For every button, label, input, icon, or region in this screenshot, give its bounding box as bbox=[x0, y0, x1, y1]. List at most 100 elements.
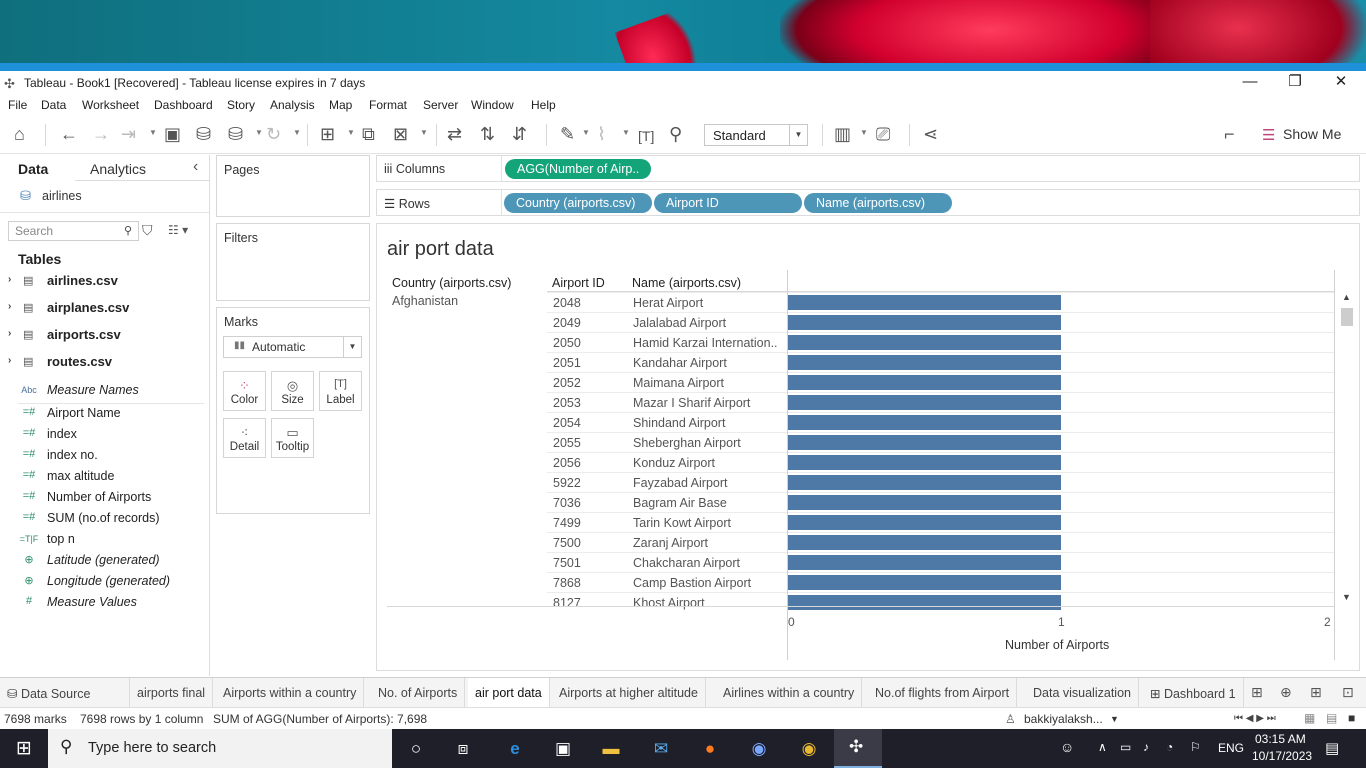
chrome-alt-icon[interactable]: ◉ bbox=[746, 736, 772, 762]
share-icon[interactable]: ⋖ bbox=[923, 124, 938, 144]
header-name[interactable]: Name (airports.csv) bbox=[632, 276, 741, 290]
table-item-airplanes[interactable]: › ▤ airplanes.csv bbox=[0, 298, 210, 320]
field-sum-no-of-records[interactable]: =# SUM (no.of records) bbox=[0, 509, 210, 529]
menu-window[interactable]: Window bbox=[471, 98, 514, 112]
bar-mark[interactable] bbox=[788, 295, 1061, 310]
show-me-button[interactable]: Show Me bbox=[1283, 126, 1341, 142]
sort-descending-icon[interactable]: ⇵ bbox=[512, 124, 527, 144]
table-item-airports[interactable]: › ▤ airports.csv bbox=[0, 325, 210, 347]
header-airport-id[interactable]: Airport ID bbox=[552, 276, 605, 290]
bar-mark[interactable] bbox=[788, 335, 1061, 350]
bar-mark[interactable] bbox=[788, 475, 1061, 490]
tab-data[interactable]: Data bbox=[18, 161, 48, 177]
filter-icon[interactable]: ⛉ bbox=[142, 222, 153, 239]
sheet-sorter-icon[interactable]: ▦ bbox=[1304, 711, 1315, 725]
refresh-icon[interactable]: ↻ bbox=[266, 124, 281, 144]
chevron-down-icon[interactable]: ▼ bbox=[343, 337, 361, 357]
detail-button[interactable]: ⁖ Detail bbox=[223, 418, 266, 458]
close-button[interactable]: ✕ bbox=[1318, 71, 1364, 95]
tab-flights-from-airport[interactable]: No.of flights from Airport bbox=[868, 678, 1018, 708]
bar-mark[interactable] bbox=[788, 495, 1061, 510]
field-latitude[interactable]: ⊕ Latitude (generated) bbox=[0, 551, 210, 571]
scroll-down-icon[interactable]: ▼ bbox=[1342, 592, 1351, 602]
field-longitude[interactable]: ⊕ Longitude (generated) bbox=[0, 572, 210, 592]
windows-start-icon[interactable]: ⊞ bbox=[11, 736, 37, 762]
firefox-icon[interactable]: ● bbox=[697, 736, 723, 762]
bar-mark[interactable] bbox=[788, 455, 1061, 470]
chevron-down-icon[interactable]: ▼ bbox=[255, 128, 263, 137]
field-max-altitude[interactable]: =# max altitude bbox=[0, 467, 210, 487]
chevron-down-icon[interactable]: ▼ bbox=[420, 128, 428, 137]
chevron-down-icon[interactable]: ▼ bbox=[293, 128, 301, 137]
table-item-routes[interactable]: › ▤ routes.csv bbox=[0, 352, 210, 374]
user-name[interactable]: bakkiyalaksh... bbox=[1024, 712, 1103, 726]
new-datasource-icon[interactable]: ⛁ bbox=[196, 124, 211, 144]
new-story-tab-icon[interactable]: ⊞ bbox=[1310, 684, 1322, 701]
filmstrip-icon[interactable]: ▤ bbox=[1326, 711, 1337, 725]
columns-shelf[interactable]: iii Columns AGG(Number of Airp.. bbox=[376, 155, 1360, 182]
minimize-button[interactable]: — bbox=[1227, 71, 1273, 95]
menu-file[interactable]: File bbox=[8, 98, 27, 112]
menu-worksheet[interactable]: Worksheet bbox=[82, 98, 139, 112]
chrome-icon[interactable]: ◉ bbox=[796, 736, 822, 762]
field-top-n[interactable]: =T|F top n bbox=[0, 530, 210, 550]
volume-icon[interactable]: ♪ bbox=[1143, 740, 1149, 754]
tab-air-port-data[interactable]: air port data bbox=[468, 678, 550, 708]
tab-data-visualization[interactable]: Data visualization bbox=[1026, 678, 1139, 708]
task-view-icon[interactable]: ⧈ bbox=[450, 736, 476, 762]
rows-shelf[interactable]: ☰ Rows Country (airports.csv) Airport ID… bbox=[376, 189, 1360, 216]
bar-mark[interactable] bbox=[788, 515, 1061, 530]
filters-card[interactable]: Filters bbox=[216, 223, 370, 301]
cortana-icon[interactable]: ○ bbox=[403, 736, 429, 762]
tray-chevron-up-icon[interactable]: ∧ bbox=[1098, 740, 1107, 754]
language-indicator[interactable]: ENG bbox=[1218, 741, 1244, 755]
tab-analytics[interactable]: Analytics bbox=[90, 161, 146, 177]
menu-server[interactable]: Server bbox=[423, 98, 458, 112]
tableau-taskbar-button[interactable]: ✣ bbox=[834, 729, 882, 768]
file-explorer-icon[interactable]: ▬ bbox=[598, 736, 624, 762]
show-me-icon[interactable]: ☰ bbox=[1262, 126, 1275, 144]
people-icon[interactable]: ☺ bbox=[1060, 739, 1074, 755]
tabs-view-icon[interactable]: ■ bbox=[1348, 711, 1355, 725]
chevron-right-icon[interactable]: › bbox=[8, 274, 11, 285]
clock-date[interactable]: 10/17/2023 bbox=[1252, 749, 1312, 763]
vertical-scrollbar[interactable]: ▲ ▼ bbox=[1339, 292, 1355, 608]
menu-analysis[interactable]: Analysis bbox=[270, 98, 315, 112]
pill-agg-number-of-airports[interactable]: AGG(Number of Airp.. bbox=[505, 159, 652, 179]
scroll-up-icon[interactable]: ▲ bbox=[1342, 292, 1351, 302]
format-painter-icon[interactable]: ⌐ bbox=[1224, 124, 1235, 144]
sheet-nav-icons[interactable]: ⏮ ◀ ▶ ⏭ bbox=[1234, 713, 1276, 724]
collapse-pane-icon[interactable]: ‹ bbox=[193, 158, 198, 176]
swap-rows-columns-icon[interactable]: ⇄ bbox=[447, 124, 462, 144]
search-input[interactable]: Search ⚲ bbox=[8, 221, 139, 241]
undo-icon[interactable]: ← bbox=[60, 124, 78, 144]
home-icon[interactable]: ⌂ bbox=[14, 124, 25, 144]
replay-icon[interactable]: ⇥ bbox=[121, 124, 136, 144]
tab-no-of-airports[interactable]: No. of Airports bbox=[371, 678, 466, 708]
tooltip-button[interactable]: ▭ Tooltip bbox=[271, 418, 314, 458]
pill-country[interactable]: Country (airports.csv) bbox=[504, 193, 652, 213]
show-cards-icon[interactable]: ▥ bbox=[834, 124, 851, 144]
bar-mark[interactable] bbox=[788, 375, 1061, 390]
fit-dropdown[interactable]: Standard ▼ bbox=[704, 124, 808, 146]
menu-data[interactable]: Data bbox=[41, 98, 66, 112]
pill-name[interactable]: Name (airports.csv) bbox=[804, 193, 952, 213]
menu-map[interactable]: Map bbox=[329, 98, 352, 112]
label-button[interactable]: [T] Label bbox=[319, 371, 362, 411]
field-airport-name[interactable]: =# Airport Name bbox=[0, 404, 210, 424]
pill-airport-id[interactable]: Airport ID bbox=[654, 193, 802, 213]
chevron-down-icon[interactable]: ▼ bbox=[860, 128, 868, 137]
table-item-airlines[interactable]: › ▤ airlines.csv bbox=[0, 271, 210, 293]
bar-mark[interactable] bbox=[788, 395, 1061, 410]
chevron-right-icon[interactable]: › bbox=[8, 355, 11, 366]
bar-mark[interactable] bbox=[788, 555, 1061, 570]
menu-dashboard[interactable]: Dashboard bbox=[154, 98, 213, 112]
sort-ascending-icon[interactable]: ⇅ bbox=[480, 124, 495, 144]
bar-mark[interactable] bbox=[788, 435, 1061, 450]
wifi-icon[interactable]: ◔ bbox=[1166, 740, 1173, 754]
show-mark-labels-icon[interactable]: [T] bbox=[638, 126, 654, 146]
color-button[interactable]: ⁘ Color bbox=[223, 371, 266, 411]
chevron-down-icon[interactable]: ▼ bbox=[582, 128, 590, 137]
menu-story[interactable]: Story bbox=[227, 98, 255, 112]
new-sheet-icon[interactable]: ⊡ bbox=[1342, 684, 1354, 701]
